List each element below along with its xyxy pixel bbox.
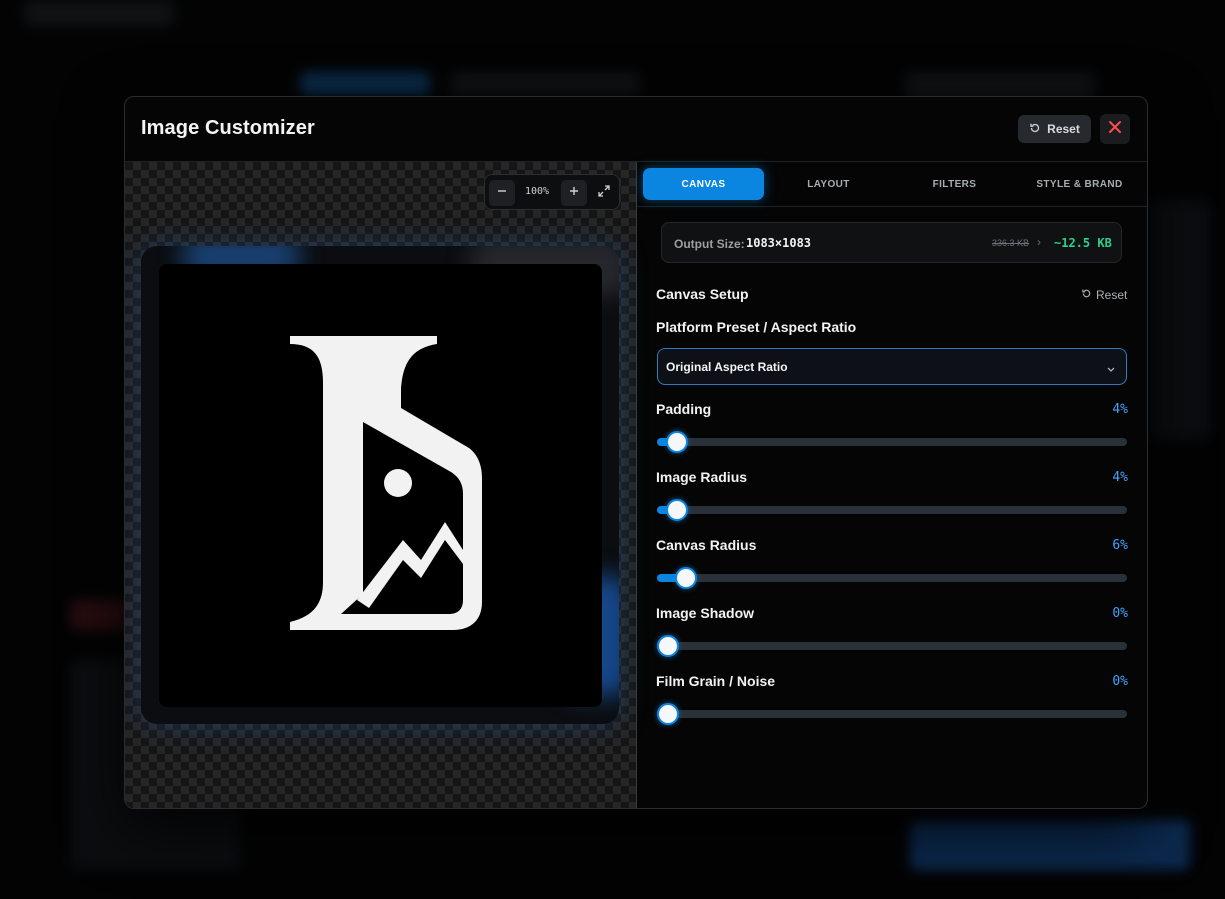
film-grain-slider[interactable] (657, 703, 1127, 725)
reset-button[interactable]: Reset (1018, 115, 1091, 143)
zoom-in-button[interactable] (561, 180, 587, 206)
film-grain-value: 0% (1112, 674, 1128, 689)
output-size-label: Output Size: (674, 237, 745, 251)
fullscreen-button[interactable] (591, 180, 617, 206)
preview-area[interactable]: 100% (125, 162, 637, 808)
preset-label: Platform Preset / Aspect Ratio (656, 319, 857, 335)
zoom-level: 100% (524, 186, 550, 197)
close-button[interactable] (1100, 114, 1130, 144)
padding-slider[interactable] (657, 431, 1127, 453)
chevron-down-icon (1106, 361, 1116, 379)
film-grain-label: Film Grain / Noise (656, 673, 776, 689)
tab-layout[interactable]: LAYOUT (768, 168, 889, 200)
modal-header: Image Customizer Reset (125, 97, 1147, 162)
canvas-radius-label: Canvas Radius (656, 537, 757, 553)
tab-style-brand[interactable]: STYLE & BRAND (1019, 168, 1140, 200)
canvas-reset-label: Reset (1096, 288, 1128, 302)
original-file-size: 336.3 KB (992, 238, 1030, 248)
minus-icon (496, 184, 508, 202)
tab-bar: CANVAS LAYOUT FILTERS STYLE & BRAND (637, 162, 1147, 207)
tab-canvas[interactable]: CANVAS (643, 168, 764, 200)
slider-thumb[interactable] (666, 499, 688, 521)
image-customizer-modal: Image Customizer Reset 100% CANVAS LAYOU… (124, 96, 1148, 809)
settings-panel: CANVAS LAYOUT FILTERS STYLE & BRAND Outp… (637, 162, 1147, 808)
chevron-right-icon: › (1037, 235, 1041, 249)
image-shadow-value: 0% (1112, 606, 1128, 621)
new-file-size: ~12.5 KB (1054, 236, 1112, 250)
plus-icon (568, 184, 580, 202)
image-shadow-label: Image Shadow (656, 605, 755, 621)
modal-title: Image Customizer (141, 117, 315, 139)
reset-icon (1081, 288, 1092, 302)
reset-icon (1029, 122, 1041, 137)
slider-thumb[interactable] (657, 703, 679, 725)
canvas-radius-slider[interactable] (657, 567, 1127, 589)
aspect-ratio-select[interactable]: Original Aspect Ratio (657, 348, 1127, 385)
image-radius-label: Image Radius (656, 469, 748, 485)
canvas-reset-button[interactable]: Reset (1081, 288, 1127, 302)
image-preview (159, 264, 602, 707)
tab-filters[interactable]: FILTERS (894, 168, 1015, 200)
image-shadow-slider[interactable] (657, 635, 1127, 657)
output-size-box: Output Size: 1083×1083 336.3 KB › ~12.5 … (661, 222, 1122, 263)
zoom-out-button[interactable] (489, 180, 515, 206)
zoom-controls: 100% (484, 174, 620, 210)
reset-label: Reset (1047, 122, 1080, 136)
section-title: Canvas Setup (656, 286, 749, 302)
padding-label: Padding (656, 401, 712, 417)
close-icon (1108, 120, 1122, 139)
slider-thumb[interactable] (657, 635, 679, 657)
canvas-radius-value: 6% (1112, 538, 1128, 553)
logo-image (290, 336, 482, 630)
canvas-preview (141, 246, 619, 724)
padding-value: 4% (1112, 402, 1128, 417)
image-radius-value: 4% (1112, 470, 1128, 485)
expand-icon (597, 184, 611, 203)
output-dimensions: 1083×1083 (746, 236, 812, 250)
slider-thumb[interactable] (675, 567, 697, 589)
slider-thumb[interactable] (666, 431, 688, 453)
aspect-ratio-value: Original Aspect Ratio (666, 360, 788, 374)
image-radius-slider[interactable] (657, 499, 1127, 521)
